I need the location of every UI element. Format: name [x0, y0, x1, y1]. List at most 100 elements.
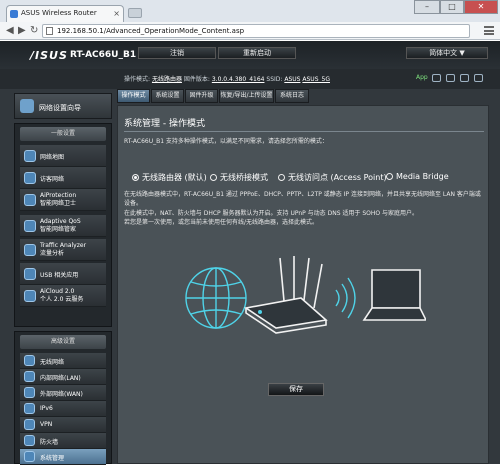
sidebar-item-general-6[interactable]: AiCloud 2.0 个人 2.0 云服务 [20, 285, 106, 307]
maximize-button[interactable]: □ [440, 0, 464, 14]
logout-button[interactable]: 注销 [138, 47, 216, 59]
status-text: 操作模式: 无线路由器 固件版本: 3.0.0.4.380_4164 SSID:… [124, 74, 330, 83]
sidebar-item-icon [24, 244, 36, 256]
radio-dot-icon[interactable] [386, 173, 393, 180]
sidebar-item-label: 系统管理 [40, 455, 65, 462]
mode-radio-0[interactable]: 无线路由器 (默认) [132, 172, 207, 183]
wifi-waves-icon [335, 277, 356, 319]
sidebar-item-label: 访客网络 [40, 176, 65, 183]
sidebar-item-advanced-0[interactable]: 无线网络 [20, 353, 106, 369]
sidebar-item-advanced-2[interactable]: 外部网络(WAN) [20, 385, 106, 401]
sidebar-item-label: 外部网络(WAN) [40, 391, 83, 398]
menu-icon[interactable] [484, 26, 494, 35]
content-area: 系统管理 - 操作模式 RT-AC66U_B1 支持多种操作模式，以满足不同需求… [117, 105, 489, 464]
radio-dot-icon[interactable] [210, 174, 217, 181]
sidebar-item-icon [24, 435, 35, 446]
firmware-label: 固件版本: [183, 76, 210, 83]
save-button[interactable]: 保存 [268, 383, 324, 396]
globe-icon [185, 267, 247, 329]
mode-radio-label: 无线访问点 (Access Point) [288, 173, 387, 182]
router-page: /ISUS RT-AC66U_B1 注销 重新启动 简体中文 ▼ 操作模式: 无… [0, 41, 500, 465]
divider [124, 131, 484, 132]
sidebar-item-general-3[interactable]: Adaptive QoS 智能网络管家 [20, 215, 106, 237]
sidebar-item-label: VPN [40, 421, 53, 428]
app-label[interactable]: App [416, 74, 428, 81]
ssid-24g-link[interactable]: ASUS [284, 76, 300, 83]
close-window-button[interactable]: ✕ [464, 0, 498, 14]
tab-1[interactable]: 系统设置 [151, 89, 184, 103]
tab-2[interactable]: 固件升级 [185, 89, 218, 103]
quick-setup-button[interactable]: 网络设置向导 [14, 93, 112, 119]
back-icon[interactable]: ◀ [6, 25, 14, 37]
sidebar-item-label: AiCloud 2.0 [40, 288, 75, 295]
sidebar-item-icon [24, 150, 36, 162]
sidebar-item-icon [24, 172, 36, 184]
sidebar-item-general-2[interactable]: AiProtection 智能网络卫士 [20, 189, 106, 211]
asus-logo: /ISUS [30, 49, 68, 62]
sidebar: 网络设置向导 一般设置 网络地图 访客网络 AiProtection 智能网络卫士 Ad… [14, 89, 112, 465]
laptop-icon [362, 269, 426, 321]
mode-link[interactable]: 无线路由器 [152, 76, 182, 83]
sidebar-item-label: Traffic Analyzer [40, 242, 87, 249]
page-title: 系统管理 - 操作模式 [124, 119, 205, 129]
tab-strip: 操作模式 系统设置 固件升级 恢复/导出/上传设置 系统日志 [117, 89, 489, 103]
language-value: 简体中文 [429, 49, 458, 57]
quick-setup-label: 网络设置向导 [39, 104, 81, 112]
reboot-button[interactable]: 重新启动 [218, 47, 296, 59]
radio-dot-icon[interactable] [132, 174, 139, 181]
sidebar-item-advanced-3[interactable]: IPv6 [20, 401, 106, 417]
sidebar-item-advanced-6[interactable]: 系统管理 [20, 449, 106, 465]
sidebar-item-advanced-1[interactable]: 内部网络(LAN) [20, 369, 106, 385]
sidebar-item-label: USB 相关应用 [40, 272, 79, 279]
intro-text: RT-AC66U_B1 支持多种操作模式，以满足不同需求，请选择您所需的模式： [124, 138, 328, 145]
forward-icon[interactable]: ▶ [18, 25, 26, 37]
wifi-status-icon[interactable] [446, 74, 455, 82]
sidebar-item-label: 防火墙 [40, 439, 59, 446]
minimize-button[interactable]: – [414, 0, 440, 14]
sidebar-item-icon [24, 403, 35, 414]
mode-radio-label: 无线桥接模式 [220, 173, 268, 182]
sidebar-item-label: 网络地图 [40, 154, 65, 161]
main-panel: 操作模式 系统设置 固件升级 恢复/导出/上传设置 系统日志 系统管理 - 操作模式 R… [117, 89, 489, 464]
asus-favicon-icon [10, 10, 18, 18]
sidebar-item-general-5[interactable]: USB 相关应用 [20, 263, 106, 285]
mode-description-3: 若您是第一次使用，或您当前未使用任何有线/无线路由器，选择此模式。 [124, 219, 319, 226]
sidebar-item-label: 无线网络 [40, 359, 65, 366]
firmware-link[interactable]: 3.0.0.4.380_4164 [212, 76, 265, 83]
sidebar-item-label: 内部网络(LAN) [40, 375, 81, 382]
advanced-section-title: 高级设置 [20, 335, 106, 349]
mode-radio-label: Media Bridge [396, 172, 449, 181]
sidebar-item-icon [24, 451, 35, 462]
ssid-5g-link[interactable]: ASUS_5G [302, 76, 330, 83]
mode-radio-2[interactable]: 无线访问点 (Access Point) [278, 172, 387, 183]
radio-dot-icon[interactable] [278, 174, 285, 181]
mode-label: 操作模式: [124, 76, 151, 83]
mode-radio-1[interactable]: 无线桥接模式 [210, 172, 268, 183]
sidebar-item-icon [24, 419, 35, 430]
wand-icon [20, 99, 34, 113]
sidebar-item-sublabel: 智能网络卫士 [40, 200, 77, 207]
browser-tab[interactable]: ASUS Wireless Router × [6, 5, 124, 22]
sidebar-item-sublabel: 智能网络管家 [40, 226, 77, 233]
network-status-icon[interactable] [432, 74, 441, 82]
sidebar-item-icon [24, 290, 36, 302]
usb-status-icon[interactable] [460, 74, 469, 82]
sidebar-item-general-4[interactable]: Traffic Analyzer 流量分析 [20, 239, 106, 261]
tab-0[interactable]: 操作模式 [117, 89, 150, 103]
tab-4[interactable]: 系统日志 [275, 89, 309, 103]
url-field[interactable]: 192.168.50.1/Advanced_OperationMode_Cont… [42, 24, 470, 38]
sidebar-item-general-1[interactable]: 访客网络 [20, 167, 106, 189]
reload-icon[interactable]: ↻ [30, 25, 38, 37]
close-tab-icon[interactable]: × [113, 6, 120, 21]
notification-icon[interactable] [474, 74, 483, 82]
tab-3[interactable]: 恢复/导出/上传设置 [219, 89, 274, 103]
language-select[interactable]: 简体中文 ▼ [406, 47, 488, 59]
mode-radio-3[interactable]: Media Bridge [386, 172, 449, 181]
address-bar-row: ◀ ▶ ↻ 192.168.50.1/Advanced_OperationMod… [0, 22, 500, 40]
router-icon [243, 256, 328, 334]
sidebar-item-general-0[interactable]: 网络地图 [20, 145, 106, 167]
sidebar-item-advanced-5[interactable]: 防火墙 [20, 433, 106, 449]
new-tab-button[interactable] [128, 8, 142, 18]
sidebar-item-advanced-4[interactable]: VPN [20, 417, 106, 433]
sidebar-item-sublabel: 个人 2.0 云服务 [40, 296, 84, 303]
